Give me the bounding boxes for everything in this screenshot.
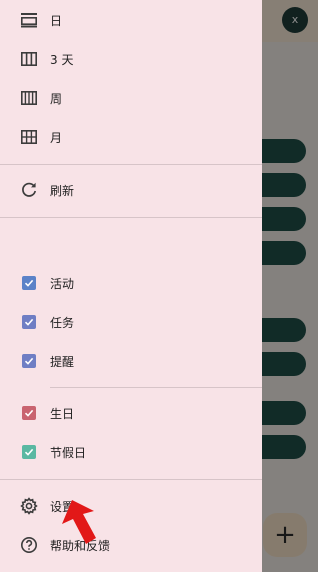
check-icon	[24, 448, 34, 456]
menu-item-day[interactable]: 日	[0, 2, 262, 38]
menu-item-refresh[interactable]: 刷新	[0, 172, 262, 208]
menu-item-label: 周	[50, 91, 63, 106]
refresh-icon	[19, 180, 39, 200]
calendar-label: 提醒	[50, 354, 75, 369]
checkbox-container	[19, 351, 39, 371]
month-view-icon	[19, 127, 39, 147]
gear-icon	[19, 496, 39, 516]
calendar-toggle-tasks[interactable]: 任务	[0, 304, 262, 340]
menu-item-label: 日	[50, 13, 63, 28]
checkbox-container	[19, 403, 39, 423]
divider	[50, 387, 262, 388]
calendar-toggle-reminders[interactable]: 提醒	[0, 343, 262, 379]
menu-item-settings[interactable]: 设置	[0, 488, 262, 524]
calendar-toggle-holidays[interactable]: 节假日	[0, 434, 262, 470]
calendar-toggle-activities[interactable]: 活动	[0, 265, 262, 301]
divider	[0, 479, 262, 480]
checkbox-checked[interactable]	[22, 354, 36, 368]
menu-item-month[interactable]: 月	[0, 119, 262, 155]
checkbox-checked[interactable]	[22, 276, 36, 290]
checkbox-checked[interactable]	[22, 406, 36, 420]
calendar-label: 活动	[50, 276, 75, 291]
menu-item-label: 月	[50, 130, 63, 145]
check-icon	[24, 279, 34, 287]
checkbox-checked[interactable]	[22, 445, 36, 459]
day-view-icon	[19, 10, 39, 30]
check-icon	[24, 357, 34, 365]
calendar-label: 节假日	[50, 445, 87, 460]
menu-item-week[interactable]: 周	[0, 80, 262, 116]
check-icon	[24, 409, 34, 417]
menu-item-help[interactable]: 帮助和反馈	[0, 527, 262, 563]
divider	[0, 164, 262, 165]
help-icon	[19, 535, 39, 555]
pointer-arrow-icon	[60, 498, 106, 554]
checkbox-container	[19, 312, 39, 332]
calendar-label: 任务	[50, 315, 75, 330]
menu-item-label: 3 天	[50, 52, 74, 67]
three-day-view-icon	[19, 49, 39, 69]
week-view-icon	[19, 88, 39, 108]
checkbox-container	[19, 273, 39, 293]
menu-item-label: 刷新	[50, 183, 75, 198]
checkbox-container	[19, 442, 39, 462]
check-icon	[24, 318, 34, 326]
navigation-drawer: 日 3 天 周 月 刷新 活动 任务 提醒 生日 节假日 设置 帮助和反馈	[0, 0, 262, 572]
checkbox-checked[interactable]	[22, 315, 36, 329]
calendar-label: 生日	[50, 406, 75, 421]
calendar-app: x + 日 3 天 周 月 刷新 活动 任务 提醒 生日 节假日 设置 帮助和反…	[0, 0, 318, 572]
divider	[0, 217, 262, 218]
calendar-toggle-birthdays[interactable]: 生日	[0, 395, 262, 431]
menu-item-3day[interactable]: 3 天	[0, 41, 262, 77]
